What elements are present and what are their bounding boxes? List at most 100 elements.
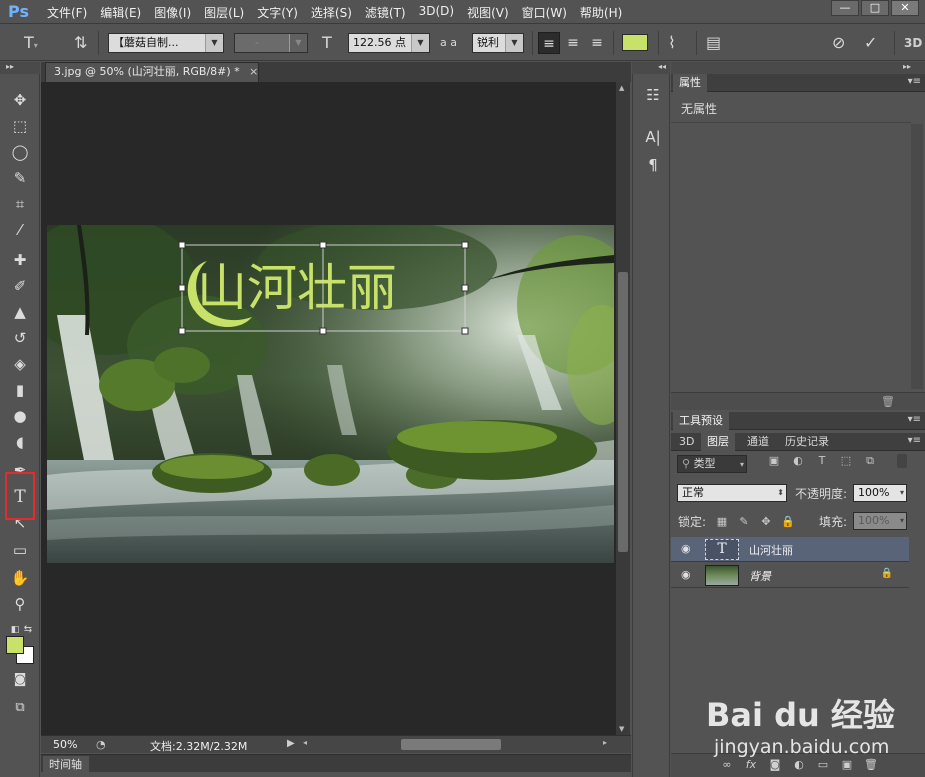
timeline-tab[interactable]: 时间轴	[43, 756, 89, 773]
screen-mode-icon[interactable]: ⧉	[7, 696, 33, 720]
antialias-select[interactable]: 锐利 ▼	[472, 33, 524, 53]
add-mask-icon[interactable]: ◙	[767, 758, 783, 774]
quick-selection-tool-icon[interactable]: ✎	[7, 166, 33, 190]
properties-panel-icon[interactable]: ☷	[642, 84, 664, 106]
menu-type[interactable]: 文字(Y)	[257, 4, 298, 21]
filter-shape-icon[interactable]: ⬚	[839, 454, 853, 468]
scroll-up-icon[interactable]: ▲	[619, 84, 624, 92]
crop-tool-icon[interactable]: ⌗	[7, 192, 33, 216]
menu-window[interactable]: 窗口(W)	[522, 4, 567, 21]
minimize-button[interactable]: —	[831, 0, 859, 16]
menu-view[interactable]: 视图(V)	[467, 4, 509, 21]
cancel-icon[interactable]: ⊘	[832, 33, 845, 53]
panel-menu-icon[interactable]: ▾≡	[908, 76, 921, 87]
panel-menu-icon[interactable]: ▾≡	[908, 414, 921, 425]
align-left-button[interactable]: ≡	[538, 32, 560, 54]
filter-toggle-icon[interactable]	[897, 454, 907, 468]
hand-tool-icon[interactable]: ✋	[7, 566, 33, 590]
document-canvas[interactable]: 山河壮丽	[47, 225, 614, 563]
vertical-scroll-thumb[interactable]	[618, 272, 628, 552]
trash-icon[interactable]: 🗑	[863, 758, 879, 774]
filter-adjustment-icon[interactable]: ◐	[791, 454, 805, 468]
text-color-swatch[interactable]	[622, 34, 648, 51]
tab-tool-presets[interactable]: 工具预设	[673, 412, 729, 430]
marquee-tool-icon[interactable]: ⬚	[7, 114, 33, 138]
tab-layers[interactable]: 图层	[701, 433, 735, 451]
eye-icon[interactable]: ◉	[681, 542, 691, 555]
headline-text[interactable]: 山河壮丽	[197, 259, 397, 317]
font-style-select[interactable]: - ▼	[234, 33, 308, 53]
lock-image-icon[interactable]: ✎	[737, 515, 751, 529]
new-group-icon[interactable]: ▭	[815, 758, 831, 774]
blend-mode-select[interactable]: 正常 ⬍	[677, 484, 787, 502]
right-panel-collapse-strip[interactable]: ▸▸	[671, 62, 925, 74]
link-layers-icon[interactable]: ∞	[719, 758, 735, 774]
history-brush-tool-icon[interactable]: ↺	[7, 326, 33, 350]
filter-pixel-icon[interactable]: ▣	[767, 454, 781, 468]
align-center-button[interactable]: ≡	[562, 32, 584, 54]
scroll-left-icon[interactable]: ◂	[303, 738, 307, 747]
menu-help[interactable]: 帮助(H)	[580, 4, 622, 21]
canvas-area[interactable]: 山河壮丽	[41, 82, 616, 735]
properties-scrollbar[interactable]	[911, 124, 923, 389]
character-panel-icon[interactable]: A|	[642, 126, 664, 148]
menu-layer[interactable]: 图层(L)	[204, 4, 244, 21]
menu-filter[interactable]: 滤镜(T)	[365, 4, 406, 21]
layer-style-icon[interactable]: fx	[743, 758, 759, 774]
trash-icon[interactable]: 🗑	[881, 395, 895, 408]
move-tool-icon[interactable]: ✥	[7, 88, 33, 112]
menu-file[interactable]: 文件(F)	[47, 4, 87, 21]
tab-history[interactable]: 历史记录	[779, 433, 835, 451]
clone-stamp-tool-icon[interactable]: ▲	[7, 300, 33, 324]
mid-panel-collapse-strip[interactable]: ◂◂	[632, 62, 670, 74]
eyedropper-tool-icon[interactable]: ⁄	[7, 218, 33, 242]
zoom-level[interactable]: 50%	[53, 738, 77, 751]
adjustment-layer-icon[interactable]: ◐	[791, 758, 807, 774]
layer-row-text[interactable]: ◉ T 山河壮丽	[671, 537, 909, 562]
filter-type-icon[interactable]: T	[815, 454, 829, 468]
new-layer-icon[interactable]: ▣	[839, 758, 855, 774]
toolbar-collapse-strip[interactable]: ▸▸	[0, 62, 40, 74]
scroll-right-icon[interactable]: ▸	[603, 738, 607, 747]
fill-input[interactable]: 100% ▾	[853, 512, 907, 530]
layer-name[interactable]: 山河壮丽	[749, 542, 793, 558]
type-tool-preset-icon[interactable]: T▾	[24, 33, 38, 53]
layer-row-background[interactable]: ◉ 背景 🔒	[671, 563, 909, 588]
foreground-color-swatch[interactable]	[6, 636, 24, 654]
layer-name[interactable]: 背景	[749, 568, 771, 584]
document-tab[interactable]: 3.jpg @ 50% (山河壮丽, RGB/8#) * ×	[45, 62, 259, 82]
zoom-tool-icon[interactable]: ⚲	[7, 592, 33, 616]
gradient-tool-icon[interactable]: ▮	[7, 378, 33, 402]
healing-brush-tool-icon[interactable]: ✚	[7, 248, 33, 272]
lock-all-icon[interactable]: 🔒	[781, 515, 795, 529]
character-panel-icon[interactable]: ▤	[706, 33, 721, 53]
menu-3d[interactable]: 3D(D)	[419, 4, 454, 21]
maximize-button[interactable]: □	[861, 0, 889, 16]
vertical-scrollbar[interactable]: ▲ ▼	[616, 82, 630, 735]
menu-image[interactable]: 图像(I)	[154, 4, 191, 21]
close-icon[interactable]: ×	[249, 65, 258, 78]
align-right-button[interactable]: ≡	[586, 32, 608, 54]
tab-channels[interactable]: 通道	[741, 433, 775, 451]
menu-edit[interactable]: 编辑(E)	[100, 4, 141, 21]
eye-icon[interactable]: ◉	[681, 568, 691, 581]
eraser-tool-icon[interactable]: ◈	[7, 352, 33, 376]
filter-smart-object-icon[interactable]: ⧉	[863, 454, 877, 468]
quick-mask-icon[interactable]: ◙	[7, 668, 33, 692]
horizontal-scroll-thumb[interactable]	[401, 739, 501, 750]
layer-filter-select[interactable]: ⚲ 类型 ▾	[677, 455, 747, 473]
rectangle-tool-icon[interactable]: ▭	[7, 538, 33, 562]
panel-menu-icon[interactable]: ▾≡	[908, 435, 921, 446]
blur-tool-icon[interactable]: ●	[7, 404, 33, 428]
warp-text-icon[interactable]: ⌇	[668, 33, 676, 53]
dodge-tool-icon[interactable]: ◖	[7, 430, 33, 454]
opacity-input[interactable]: 100% ▾	[853, 484, 907, 502]
status-info-icon[interactable]: ◔	[96, 738, 106, 751]
lasso-tool-icon[interactable]: ◯	[7, 140, 33, 164]
toggle-text-orientation-icon[interactable]: ⇅	[74, 33, 87, 53]
3d-mode-icon[interactable]: 3D	[904, 33, 922, 53]
font-size-select[interactable]: 122.56 点 ▼	[348, 33, 430, 53]
paragraph-panel-icon[interactable]: ¶	[642, 154, 664, 176]
commit-check-icon[interactable]: ✓	[864, 33, 877, 53]
status-menu-arrow-icon[interactable]: ▶	[287, 738, 295, 749]
